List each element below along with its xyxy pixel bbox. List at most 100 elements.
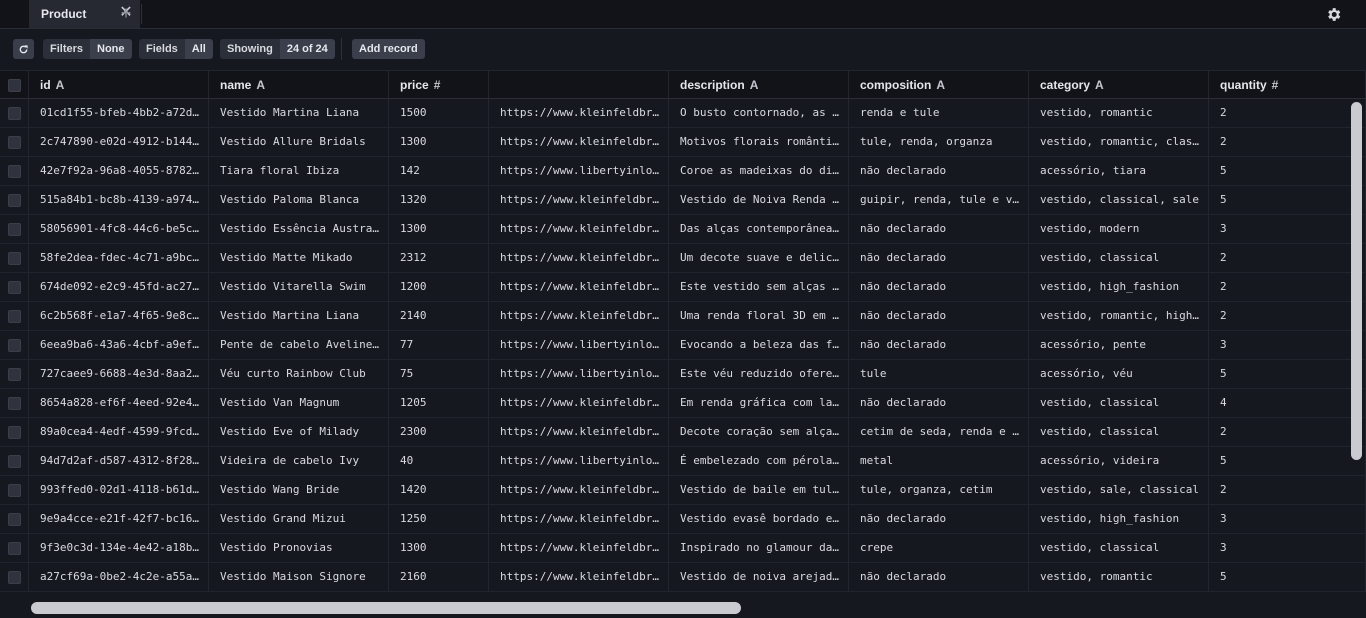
cell-composition[interactable]: crepe — [849, 534, 1029, 562]
cell-price[interactable]: 2160 — [389, 563, 489, 591]
cell-description[interactable]: Vestido evasê bordado e… — [669, 505, 849, 533]
cell-name[interactable]: Vestido Allure Bridals — [209, 128, 389, 156]
gear-icon[interactable] — [1325, 6, 1342, 23]
column-header-name[interactable]: name A — [209, 71, 389, 98]
cell-composition[interactable]: não declarado — [849, 505, 1029, 533]
cell-description[interactable]: Das alças contemporânea… — [669, 215, 849, 243]
cell-category[interactable]: vestido, high_fashion — [1029, 505, 1209, 533]
column-header-id[interactable]: id A — [29, 71, 209, 98]
cell-category[interactable]: vestido, romantic, clas… — [1029, 128, 1209, 156]
cell-composition[interactable]: não declarado — [849, 563, 1029, 591]
cell-quantity[interactable]: 2 — [1209, 273, 1366, 301]
cell-category[interactable]: vestido, romantic — [1029, 99, 1209, 127]
cell-url[interactable]: https://www.kleinfeldbr… — [489, 302, 669, 330]
row-checkbox[interactable] — [8, 310, 21, 323]
row-checkbox[interactable] — [8, 223, 21, 236]
cell-quantity[interactable]: 2 — [1209, 302, 1366, 330]
cell-category[interactable]: vestido, sale, classical — [1029, 476, 1209, 504]
cell-description[interactable]: Evocando a beleza das f… — [669, 331, 849, 359]
cell-quantity[interactable]: 2 — [1209, 244, 1366, 272]
cell-composition[interactable]: não declarado — [849, 273, 1029, 301]
cell-id[interactable]: 94d7d2af-d587-4312-8f28… — [29, 447, 209, 475]
cell-description[interactable]: Inspirado no glamour da… — [669, 534, 849, 562]
cell-description[interactable]: O busto contornado, as … — [669, 99, 849, 127]
cell-name[interactable]: Pente de cabelo Aveline… — [209, 331, 389, 359]
table-row[interactable]: 727caee9-6688-4e3d-8aa2… Véu curto Rainbo… — [0, 360, 1366, 389]
cell-price[interactable]: 1420 — [389, 476, 489, 504]
cell-composition[interactable]: tule — [849, 360, 1029, 388]
cell-price[interactable]: 1200 — [389, 273, 489, 301]
cell-price[interactable]: 2140 — [389, 302, 489, 330]
cell-id[interactable]: 9f3e0c3d-134e-4e42-a18b… — [29, 534, 209, 562]
cell-name[interactable]: Vestido Vitarella Swim — [209, 273, 389, 301]
column-header-price[interactable]: price # — [389, 71, 489, 98]
fields-button[interactable]: Fields All — [139, 39, 213, 59]
cell-quantity[interactable]: 5 — [1209, 186, 1366, 214]
row-checkbox[interactable] — [8, 165, 21, 178]
column-header-quantity[interactable]: quantity # — [1209, 71, 1366, 98]
table-row[interactable]: 9e9a4cce-e21f-42f7-bc16… Vestido Grand Mi… — [0, 505, 1366, 534]
cell-composition[interactable]: não declarado — [849, 331, 1029, 359]
row-checkbox[interactable] — [8, 136, 21, 149]
cell-url[interactable]: https://www.kleinfeldbr… — [489, 128, 669, 156]
table-row[interactable]: 94d7d2af-d587-4312-8f28… Videira de cabel… — [0, 447, 1366, 476]
cell-url[interactable]: https://www.kleinfeldbr… — [489, 534, 669, 562]
cell-name[interactable]: Vestido Martina Liana — [209, 302, 389, 330]
cell-category[interactable]: acessório, pente — [1029, 331, 1209, 359]
cell-id[interactable]: 2c747890-e02d-4912-b144… — [29, 128, 209, 156]
cell-url[interactable]: https://www.kleinfeldbr… — [489, 215, 669, 243]
cell-category[interactable]: acessório, videira — [1029, 447, 1209, 475]
cell-description[interactable]: Um decote suave e delic… — [669, 244, 849, 272]
cell-quantity[interactable]: 5 — [1209, 447, 1366, 475]
cell-quantity[interactable]: 3 — [1209, 331, 1366, 359]
cell-category[interactable]: vestido, romantic — [1029, 563, 1209, 591]
cell-category[interactable]: vestido, romantic, high… — [1029, 302, 1209, 330]
showing-indicator[interactable]: Showing 24 of 24 — [220, 39, 335, 59]
cell-composition[interactable]: tule, renda, organza — [849, 128, 1029, 156]
cell-id[interactable]: 58fe2dea-fdec-4c71-a9bc… — [29, 244, 209, 272]
row-checkbox[interactable] — [8, 513, 21, 526]
cell-price[interactable]: 75 — [389, 360, 489, 388]
cell-composition[interactable]: metal — [849, 447, 1029, 475]
cell-url[interactable]: https://www.kleinfeldbr… — [489, 505, 669, 533]
cell-id[interactable]: a27cf69a-0be2-4c2e-a55a… — [29, 563, 209, 591]
cell-id[interactable]: 89a0cea4-4edf-4599-9fcd… — [29, 418, 209, 446]
table-row[interactable]: 8654a828-ef6f-4eed-92e4… Vestido Van Magn… — [0, 389, 1366, 418]
cell-id[interactable]: 01cd1f55-bfeb-4bb2-a72d… — [29, 99, 209, 127]
cell-price[interactable]: 2312 — [389, 244, 489, 272]
table-row[interactable]: 993ffed0-02d1-4118-b61d… Vestido Wang Bri… — [0, 476, 1366, 505]
cell-category[interactable]: acessório, véu — [1029, 360, 1209, 388]
row-checkbox[interactable] — [8, 455, 21, 468]
column-header-composition[interactable]: composition A — [849, 71, 1029, 98]
cell-url[interactable]: https://www.libertyinlo… — [489, 360, 669, 388]
table-row[interactable]: 58fe2dea-fdec-4c71-a9bc… Vestido Matte Mi… — [0, 244, 1366, 273]
row-checkbox[interactable] — [8, 107, 21, 120]
row-checkbox[interactable] — [8, 252, 21, 265]
column-header-description[interactable]: description A — [669, 71, 849, 98]
cell-description[interactable]: Vestido de noiva arejad… — [669, 563, 849, 591]
table-row[interactable]: a27cf69a-0be2-4c2e-a55a… Vestido Maison S… — [0, 563, 1366, 592]
cell-composition[interactable]: tule, organza, cetim — [849, 476, 1029, 504]
cell-quantity[interactable]: 3 — [1209, 505, 1366, 533]
cell-name[interactable]: Vestido Van Magnum — [209, 389, 389, 417]
cell-description[interactable]: Motivos florais românti… — [669, 128, 849, 156]
cell-price[interactable]: 1300 — [389, 215, 489, 243]
cell-price[interactable]: 2300 — [389, 418, 489, 446]
cell-quantity[interactable]: 2 — [1209, 99, 1366, 127]
row-checkbox[interactable] — [8, 194, 21, 207]
row-checkbox[interactable] — [8, 484, 21, 497]
row-checkbox[interactable] — [8, 281, 21, 294]
cell-composition[interactable]: não declarado — [849, 244, 1029, 272]
cell-id[interactable]: 993ffed0-02d1-4118-b61d… — [29, 476, 209, 504]
add-record-button[interactable]: Add record — [352, 39, 425, 59]
cell-description[interactable]: Vestido de Noiva Renda … — [669, 186, 849, 214]
cell-url[interactable]: https://www.kleinfeldbr… — [489, 563, 669, 591]
cell-id[interactable]: 515a84b1-bc8b-4139-a974… — [29, 186, 209, 214]
cell-price[interactable]: 77 — [389, 331, 489, 359]
cell-price[interactable]: 1205 — [389, 389, 489, 417]
row-checkbox[interactable] — [8, 368, 21, 381]
cell-quantity[interactable]: 3 — [1209, 215, 1366, 243]
select-all-checkbox[interactable] — [8, 79, 21, 92]
cell-description[interactable]: Decote coração sem alça… — [669, 418, 849, 446]
cell-price[interactable]: 1320 — [389, 186, 489, 214]
